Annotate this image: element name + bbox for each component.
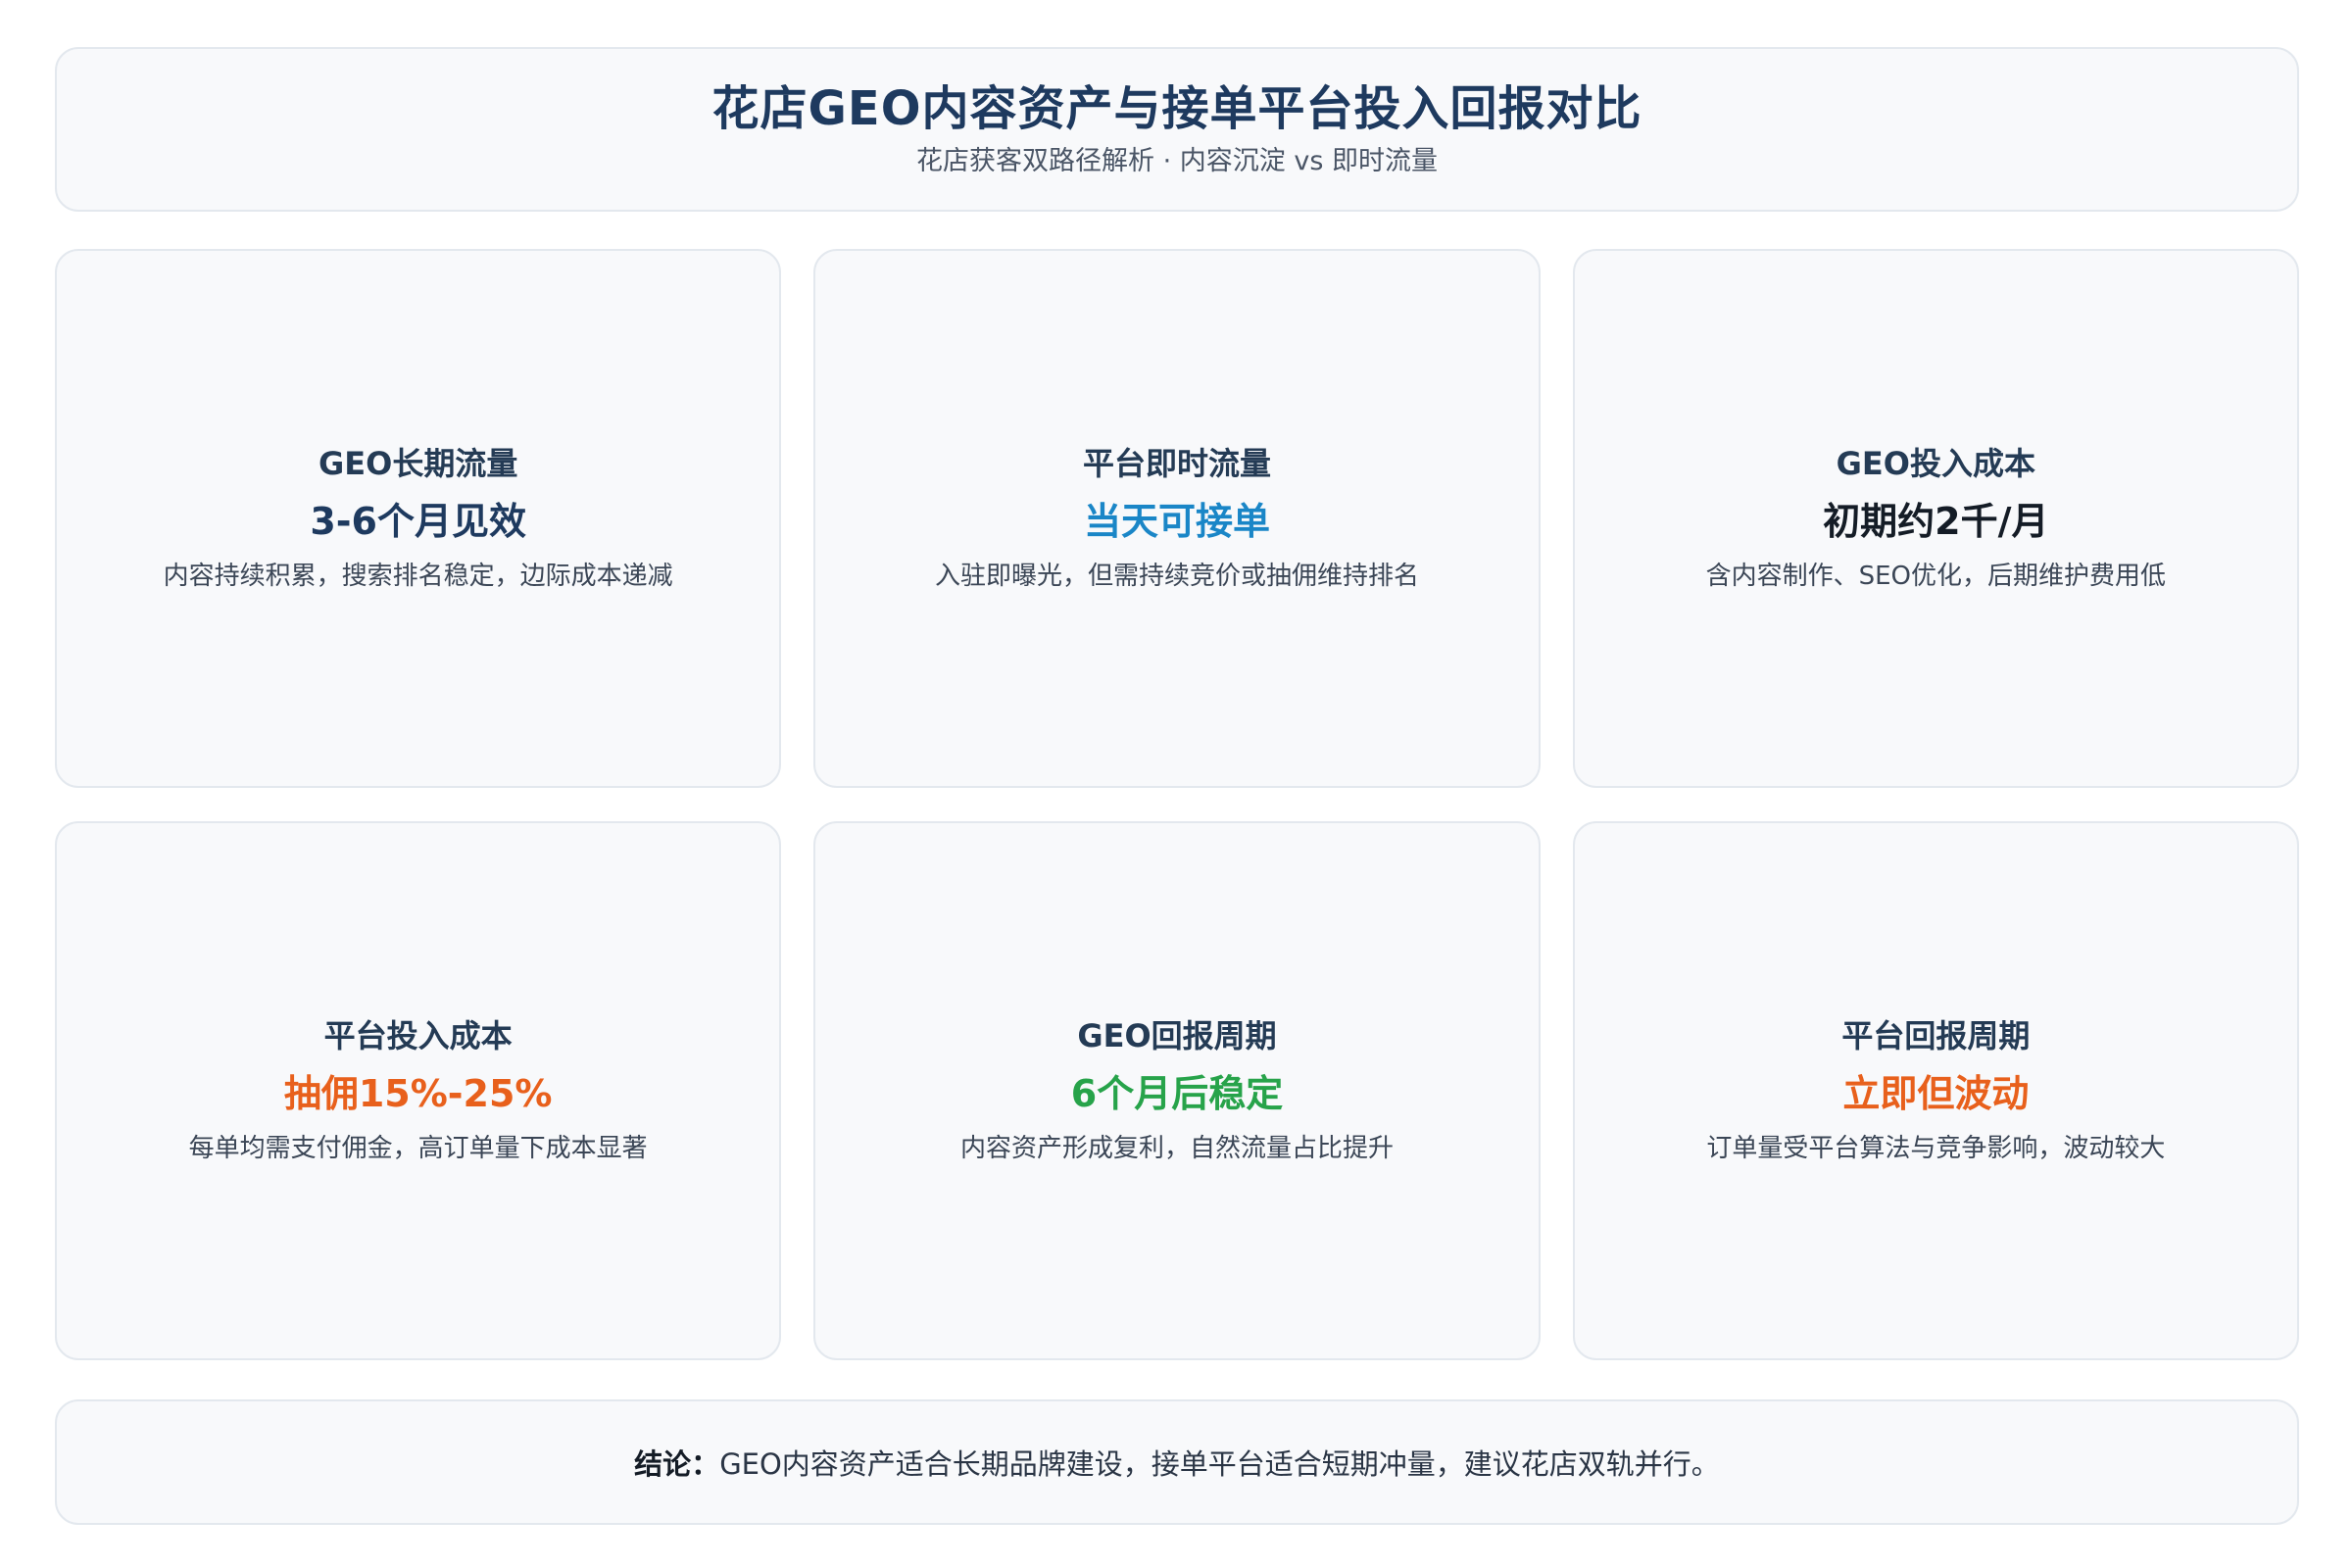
metric-description: 含内容制作、SEO优化，后期维护费用低 — [1705, 561, 2167, 591]
page-title: 花店GEO内容资产与接单平台投入回报对比 — [711, 81, 1642, 136]
conclusion-card: 结论： GEO内容资产适合长期品牌建设，接单平台适合短期冲量，建议花店双轨并行。 — [55, 1399, 2299, 1525]
metric-value: 当天可接单 — [1083, 500, 1270, 544]
metric-description: 入驻即曝光，但需持续竞价或抽佣维持排名 — [934, 561, 1419, 591]
metric-description: 订单量受平台算法与竞争影响，波动较大 — [1706, 1133, 2166, 1163]
metric-description: 内容持续积累，搜索排名稳定，边际成本递减 — [163, 561, 673, 591]
metric-card-geo-traffic: GEO长期流量 3-6个月见效 内容持续积累，搜索排名稳定，边际成本递减 — [55, 249, 782, 788]
metric-value: 3-6个月见效 — [310, 500, 526, 544]
metric-label: GEO长期流量 — [318, 444, 518, 482]
page: 花店GEO内容资产与接单平台投入回报对比 花店获客双路径解析 · 内容沉淀 vs… — [55, 47, 2299, 1527]
metric-description: 内容资产形成复利，自然流量占比提升 — [959, 1133, 1394, 1163]
metric-card-platform-cost: 平台投入成本 抽佣15%-25% 每单均需支付佣金，高订单量下成本显著 — [55, 821, 782, 1360]
metric-value: 初期约2千/月 — [1823, 500, 2049, 544]
metric-label: GEO投入成本 — [1836, 444, 2035, 482]
metric-label: 平台投入成本 — [323, 1016, 513, 1054]
conclusion-label: 结论： — [634, 1447, 720, 1481]
metric-value: 抽佣15%-25% — [283, 1072, 553, 1116]
metric-card-platform-traffic: 平台即时流量 当天可接单 入驻即曝光，但需持续竞价或抽佣维持排名 — [813, 249, 1541, 788]
metric-card-geo-cost: GEO投入成本 初期约2千/月 含内容制作、SEO优化，后期维护费用低 — [1572, 249, 2299, 788]
metric-card-platform-return: 平台回报周期 立即但波动 订单量受平台算法与竞争影响，波动较大 — [1572, 821, 2299, 1360]
metric-value: 6个月后稳定 — [1070, 1072, 1284, 1116]
metric-label: 平台即时流量 — [1082, 444, 1271, 482]
metric-label: GEO回报周期 — [1077, 1016, 1277, 1054]
page-subtitle: 花店获客双路径解析 · 内容沉淀 vs 即时流量 — [916, 145, 1438, 176]
conclusion-text: GEO内容资产适合长期品牌建设，接单平台适合短期冲量，建议花店双轨并行。 — [719, 1447, 1720, 1481]
metric-card-geo-return: GEO回报周期 6个月后稳定 内容资产形成复利，自然流量占比提升 — [813, 821, 1541, 1360]
metric-grid: GEO长期流量 3-6个月见效 内容持续积累，搜索排名稳定，边际成本递减 平台即… — [55, 249, 2299, 1409]
metric-label: 平台回报周期 — [1841, 1016, 2031, 1054]
metric-description: 每单均需支付佣金，高订单量下成本显著 — [188, 1133, 648, 1163]
metric-value: 立即但波动 — [1842, 1072, 2030, 1116]
header-card: 花店GEO内容资产与接单平台投入回报对比 花店获客双路径解析 · 内容沉淀 vs… — [55, 47, 2299, 212]
